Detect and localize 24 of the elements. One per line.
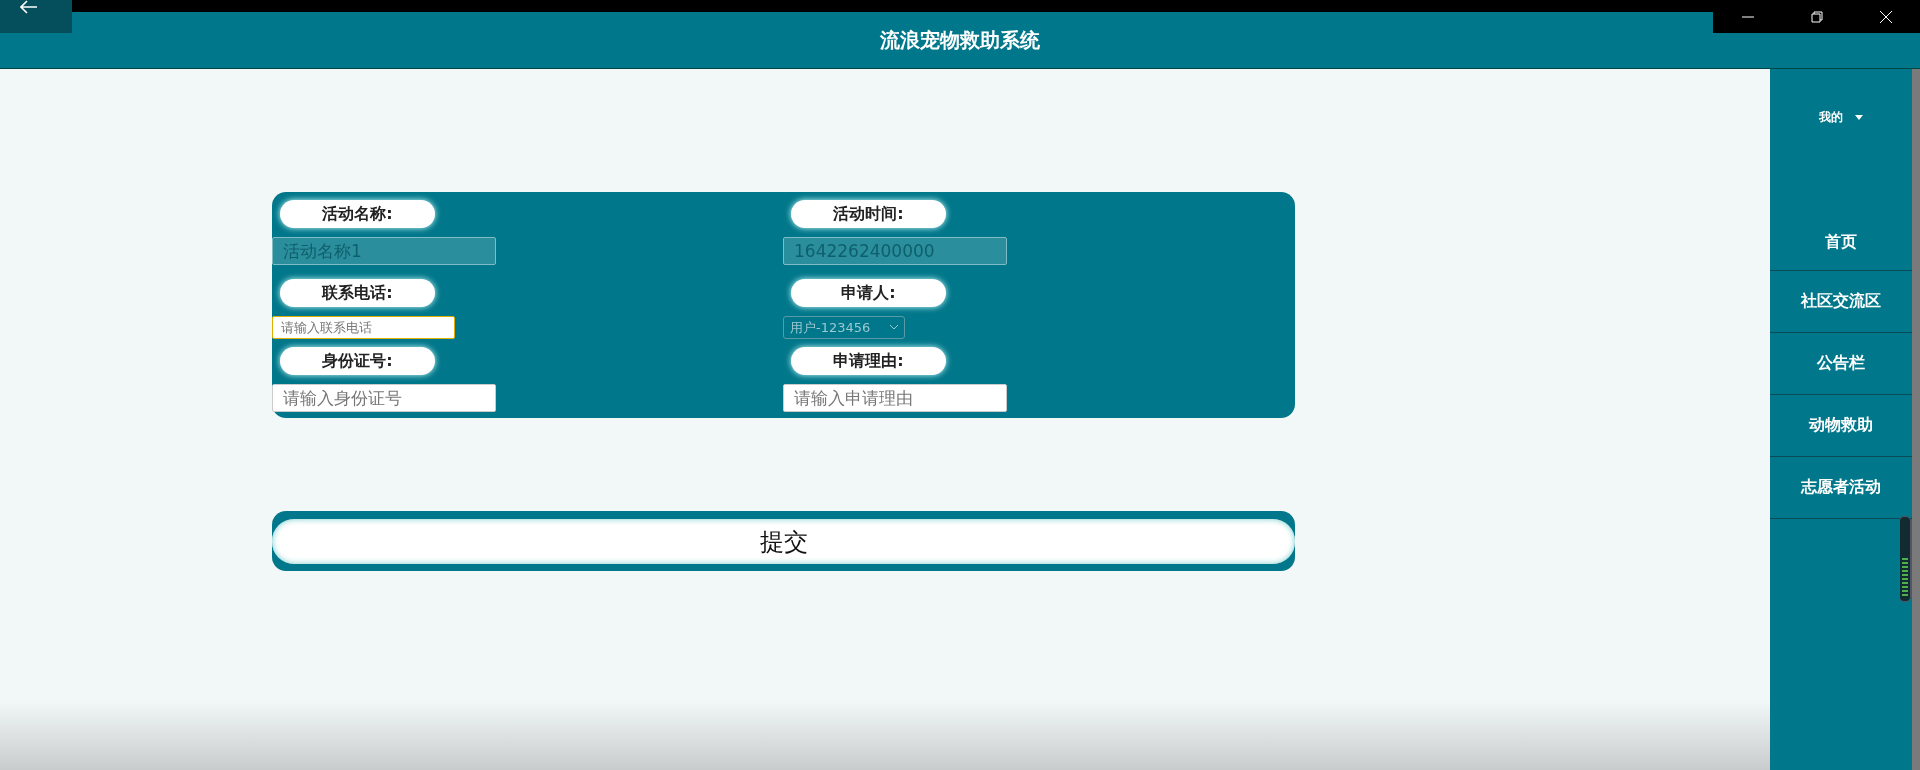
- scroll-thumb[interactable]: [1902, 558, 1908, 598]
- field-label: 联系电话:: [280, 279, 435, 307]
- field-label: 身份证号:: [280, 347, 435, 375]
- input-field[interactable]: 请输入身份证号: [272, 384, 496, 412]
- field-label: 活动名称:: [280, 200, 435, 228]
- close-icon[interactable]: [1878, 9, 1893, 24]
- app-title: 流浪宠物救助系统: [880, 26, 1040, 54]
- back-arrow-icon: [20, 0, 38, 14]
- nav-item[interactable]: 动物救助: [1770, 395, 1912, 457]
- nav-item[interactable]: 社区交流区: [1770, 271, 1912, 333]
- scrollbar[interactable]: [1899, 516, 1911, 602]
- back-button[interactable]: [0, 0, 72, 33]
- input-field[interactable]: 请输入联系电话: [272, 316, 455, 339]
- caret-icon: [1855, 115, 1863, 120]
- submit-button[interactable]: 提交: [272, 519, 1295, 564]
- user-menu[interactable]: 我的: [1819, 109, 1843, 126]
- field-label: 申请人:: [791, 279, 946, 307]
- field-label: 申请理由:: [791, 347, 946, 375]
- chevron-icon: [890, 325, 898, 330]
- restore-icon[interactable]: [1809, 9, 1824, 24]
- nav-item[interactable]: 首页: [1770, 215, 1912, 271]
- input-field[interactable]: 请输入申请理由: [783, 384, 1007, 412]
- nav-item[interactable]: 公告栏: [1770, 333, 1912, 395]
- field-label: 活动时间:: [791, 200, 946, 228]
